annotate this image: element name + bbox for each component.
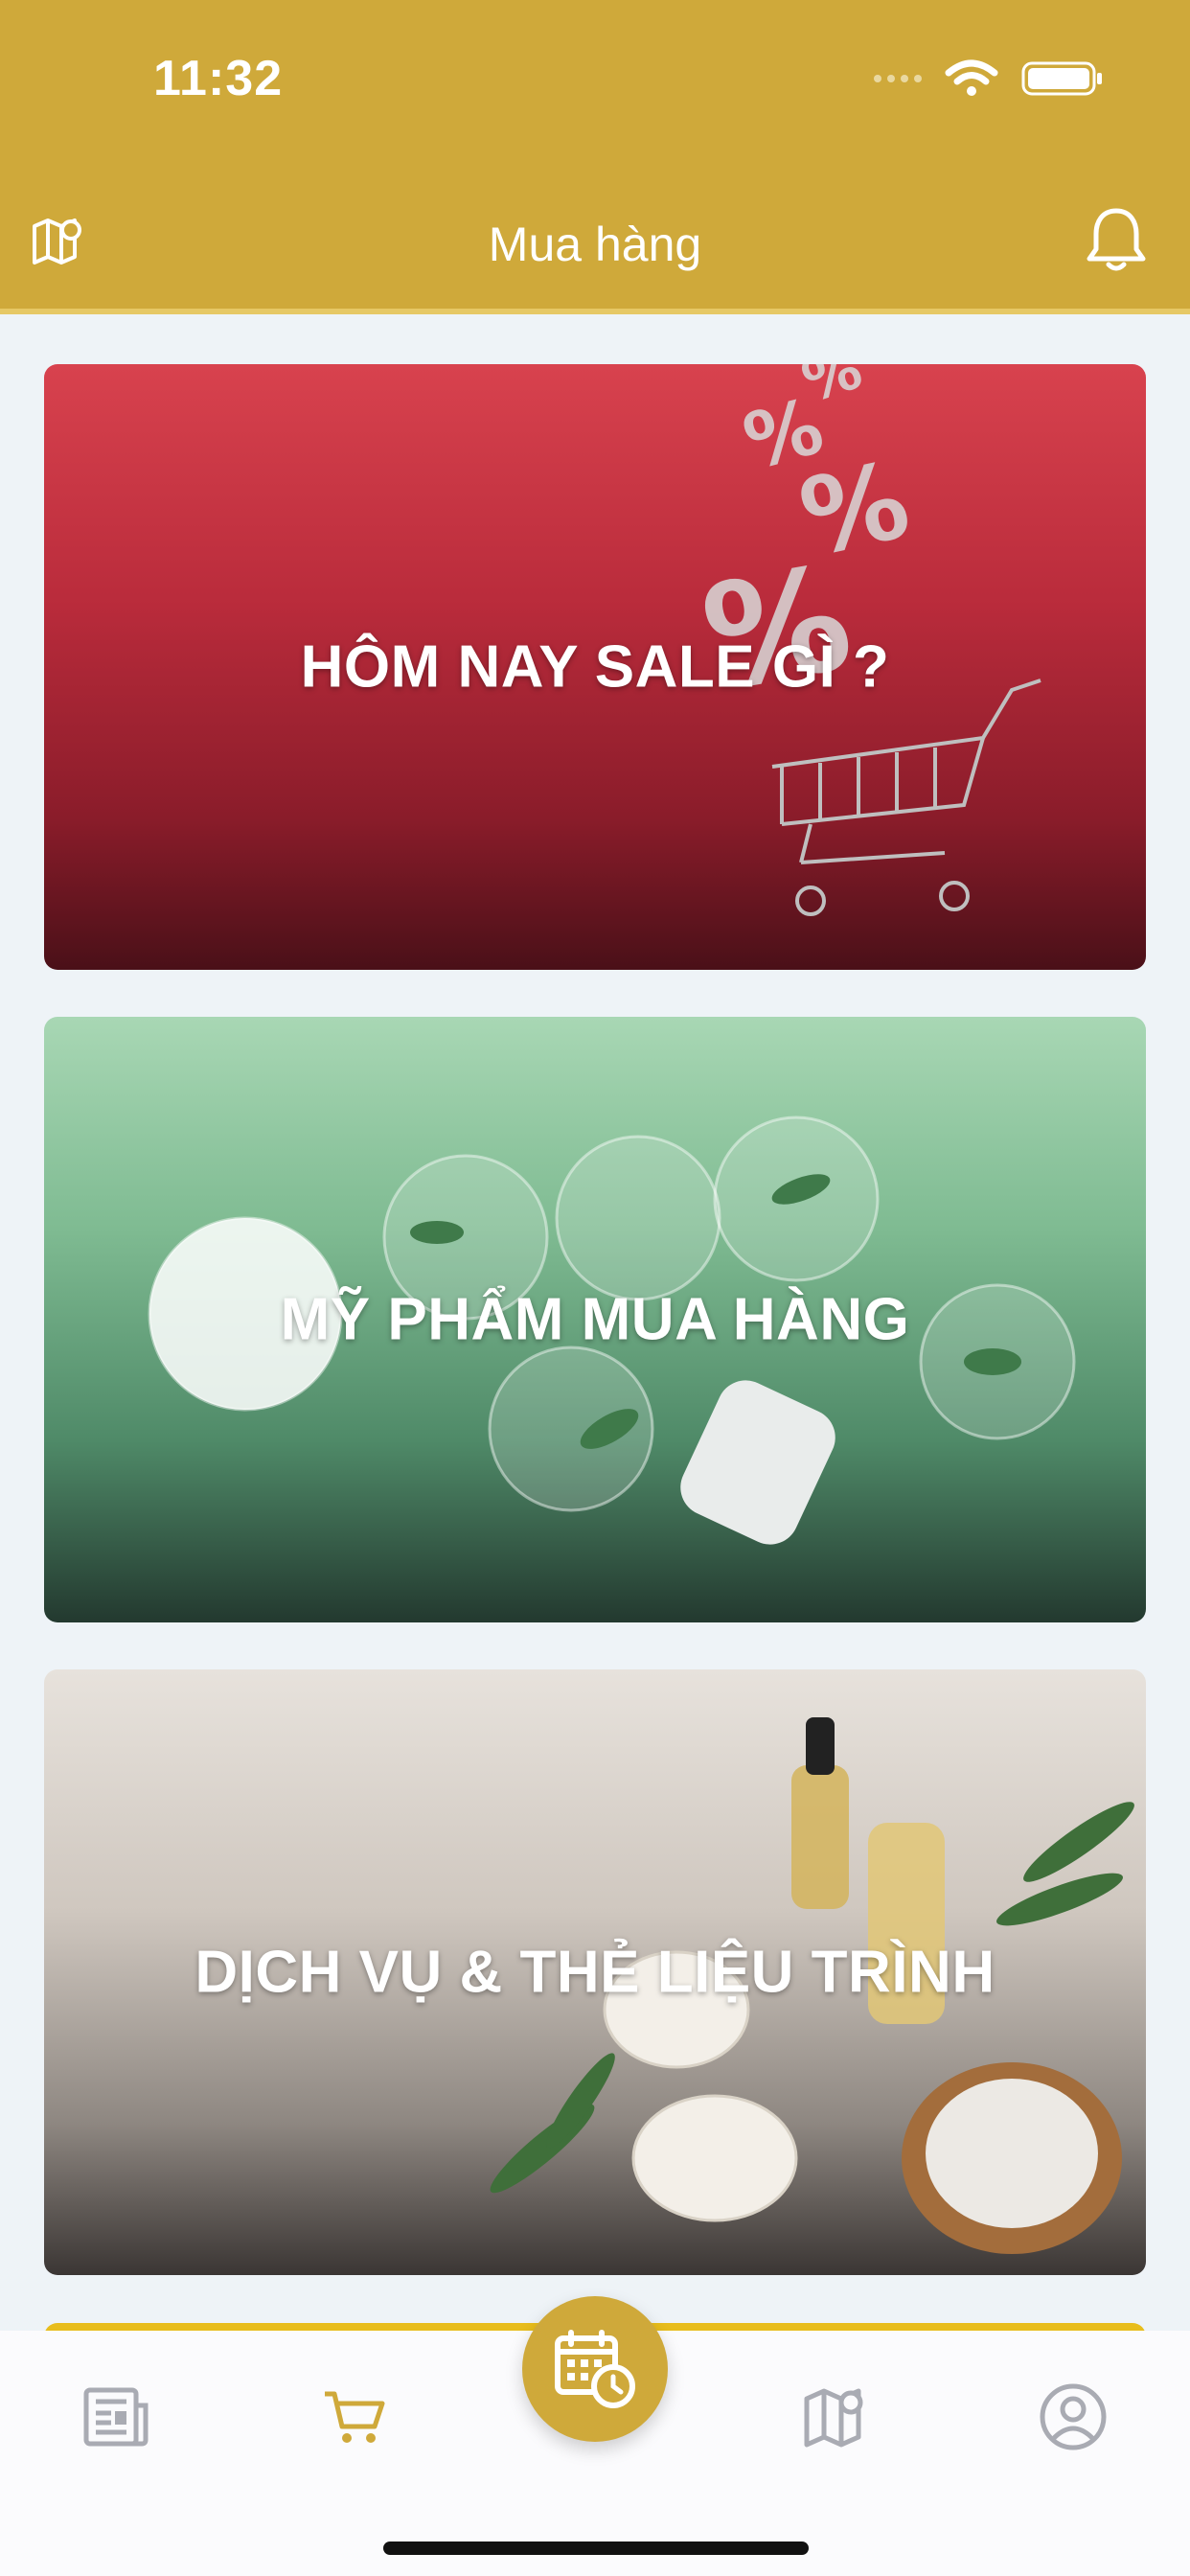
sale-card[interactable]: % % % % HÔM NAY SALE GÌ ? — [44, 364, 1146, 970]
cart-icon — [325, 2391, 385, 2443]
newspaper-icon — [83, 2387, 149, 2447]
status-time: 11:32 — [153, 51, 284, 106]
cosmetics-card-title: MỸ PHẨM MUA HÀNG — [280, 1286, 910, 1353]
notifications-button[interactable] — [1085, 205, 1148, 279]
services-card[interactable]: DỊCH VỤ & THẺ LIỆU TRÌNH — [44, 1669, 1146, 2275]
battery-icon — [1021, 61, 1102, 96]
cellular-signal-icon — [874, 75, 922, 82]
top-header: 11:32 Mua hàng — [0, 0, 1190, 314]
booking-button[interactable] — [522, 2296, 668, 2442]
home-indicator — [383, 2542, 809, 2555]
tab-news[interactable] — [69, 2369, 165, 2465]
calendar-clock-icon — [555, 2330, 635, 2408]
wifi-icon — [945, 59, 998, 96]
tab-shop[interactable] — [307, 2369, 402, 2465]
page-title: Mua hàng — [488, 218, 702, 271]
user-icon — [1040, 2383, 1107, 2450]
services-card-title: DỊCH VỤ & THẺ LIỆU TRÌNH — [195, 1939, 995, 2006]
tab-map[interactable] — [788, 2369, 883, 2465]
status-icons — [874, 59, 1104, 98]
tab-profile[interactable] — [1025, 2369, 1121, 2465]
map-pin-icon — [804, 2388, 863, 2448]
sale-card-title: HÔM NAY SALE GÌ ? — [300, 633, 890, 701]
bell-icon — [1087, 208, 1146, 271]
cosmetics-card[interactable]: MỸ PHẨM MUA HÀNG — [44, 1017, 1146, 1622]
